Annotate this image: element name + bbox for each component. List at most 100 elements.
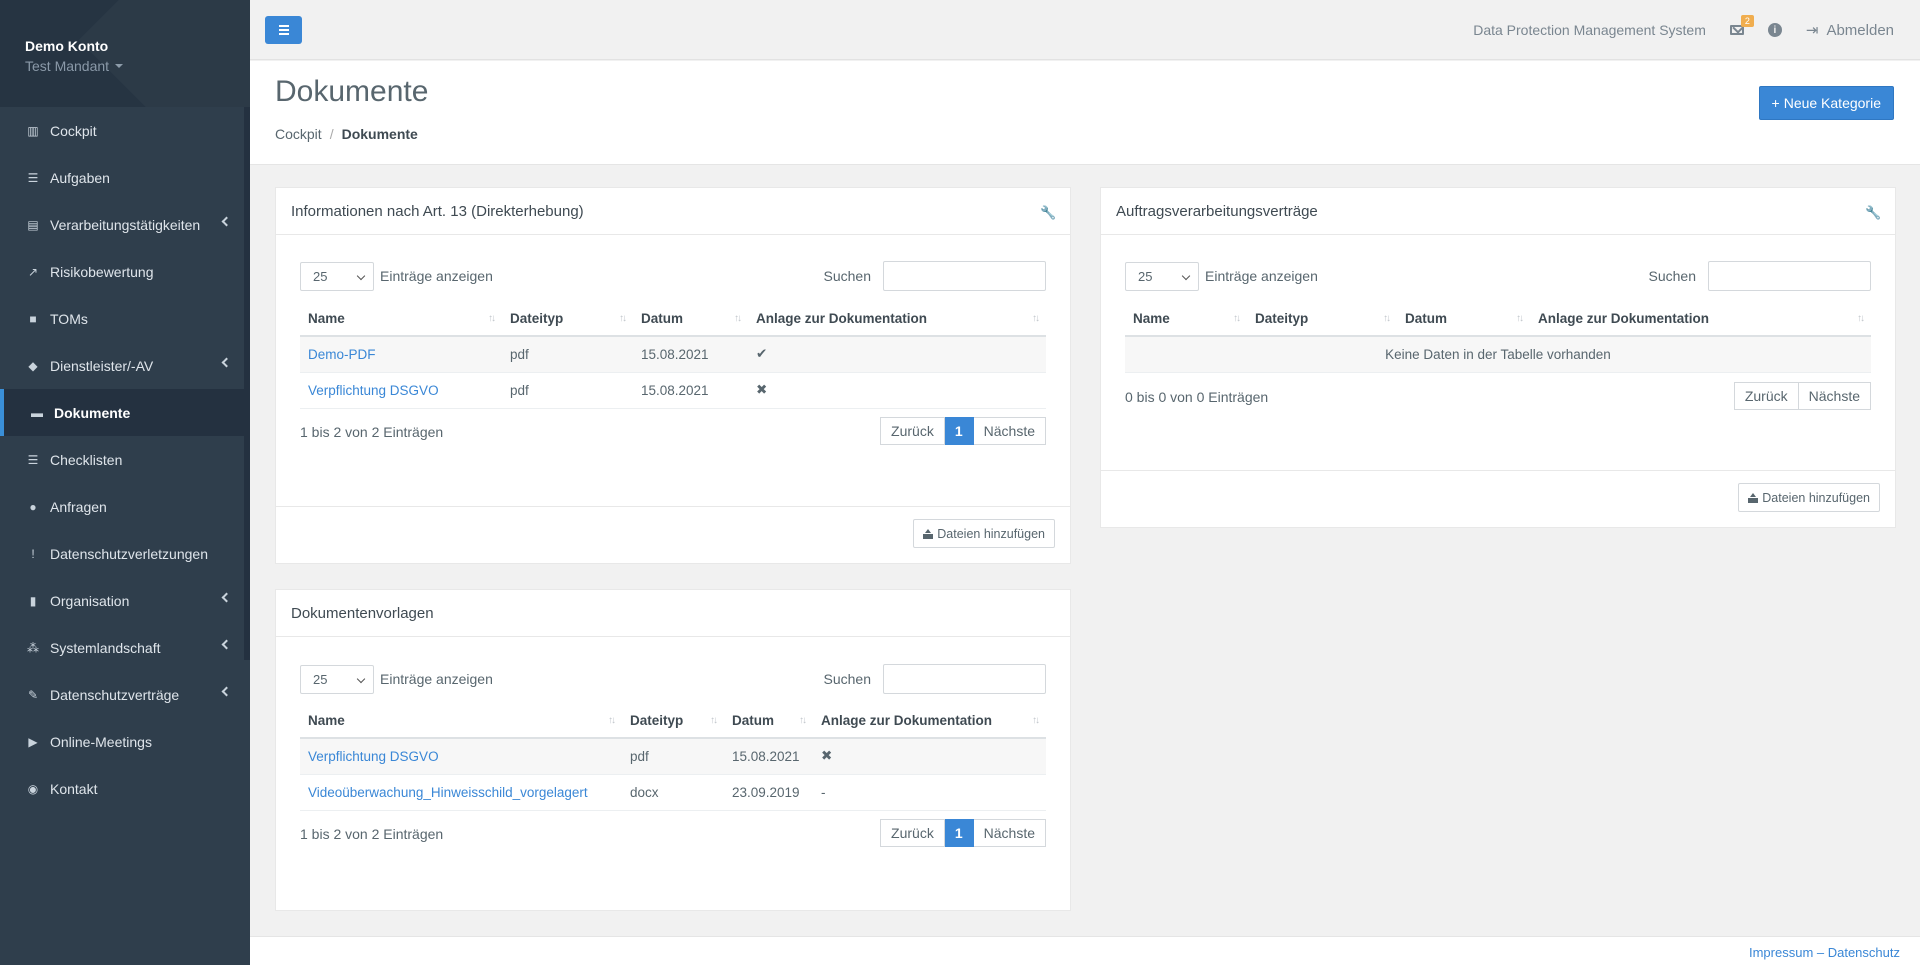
column-header-attachment[interactable]: Anlage zur Dokumentation ↑↓ xyxy=(748,302,1046,337)
column-header-type[interactable]: Dateityp ↑↓ xyxy=(622,704,724,739)
sidebar-item-dokumente[interactable]: ▬ Dokumente xyxy=(0,389,250,436)
tenant-dropdown[interactable]: Test Mandant xyxy=(25,58,250,74)
column-header-name[interactable]: Name ↑↓ xyxy=(300,704,622,739)
cell-attachment: ✔ xyxy=(748,336,1046,373)
search-input[interactable] xyxy=(883,664,1046,694)
sidebar-item-systemlandschaft[interactable]: ⁂ Systemlandschaft xyxy=(0,624,250,671)
sidebar-item-risikobewertung[interactable]: ↗ Risikobewertung xyxy=(0,248,250,295)
sidebar-item-label: Datenschutzverträge xyxy=(50,686,180,703)
cell-date: 15.08.2021 xyxy=(724,738,813,775)
empty-message: Keine Daten in der Tabelle vorhanden xyxy=(1125,336,1871,373)
contract-icon: ✎ xyxy=(27,687,39,702)
column-header-type[interactable]: Dateityp ↑↓ xyxy=(502,302,633,337)
wrench-icon[interactable]: 🔧 xyxy=(1040,205,1056,220)
column-label: Datum xyxy=(641,311,684,326)
column-label: Name xyxy=(1133,311,1170,326)
envelope-icon[interactable]: 2 xyxy=(1729,15,1754,35)
column-label: Dateityp xyxy=(510,311,564,326)
menu-toggle-button[interactable] xyxy=(265,16,302,44)
hamburger-icon xyxy=(278,33,289,35)
column-header-date[interactable]: Datum ↑↓ xyxy=(633,302,748,337)
footer-links[interactable]: Impressum – Datenschutz xyxy=(1749,945,1900,960)
table-row: Videoüberwachung_Hinweisschild_vorgelage… xyxy=(300,774,1046,811)
sidebar-item-kontakt[interactable]: ◉ Kontakt xyxy=(0,765,250,812)
breadcrumb: Cockpit / Dokumente xyxy=(275,126,418,142)
page-button[interactable]: 1 xyxy=(944,417,974,445)
sort-icon: ↑↓ xyxy=(608,715,616,726)
panel-title-text: Auftragsverarbeitungsverträge xyxy=(1116,203,1318,220)
search-input[interactable] xyxy=(883,261,1046,291)
list-icon: ☰ xyxy=(27,170,39,185)
document-link[interactable]: Verpflichtung DSGVO xyxy=(308,383,439,398)
sort-icon: ↑↓ xyxy=(1233,313,1241,324)
upload-button[interactable]: Dateien hinzufügen xyxy=(1738,483,1880,512)
sidebar-item-label: Systemlandschaft xyxy=(50,639,161,656)
sidebar-item-checklisten[interactable]: ☰ Checklisten xyxy=(0,436,250,483)
sidebar-item-datenschutzverletzungen[interactable]: ! Datenschutzverletzungen xyxy=(0,530,250,577)
next-button[interactable]: Nächste xyxy=(973,819,1046,847)
column-header-name[interactable]: Name ↑↓ xyxy=(1125,302,1247,337)
next-button[interactable]: Nächste xyxy=(1798,382,1871,410)
upload-label: Dateien hinzufügen xyxy=(1762,490,1870,505)
chart-icon: ↗ xyxy=(27,264,39,279)
building-icon: ▮ xyxy=(29,593,37,608)
info-icon[interactable]: i xyxy=(1767,23,1782,37)
panel-footer: Dateien hinzufügen xyxy=(276,506,1070,563)
wrench-icon[interactable]: 🔧 xyxy=(1865,205,1881,220)
prev-button[interactable]: Zurück xyxy=(880,417,945,445)
exclamation-icon: ! xyxy=(31,546,35,561)
document-link[interactable]: Demo-PDF xyxy=(308,347,376,362)
upload-button[interactable]: Dateien hinzufügen xyxy=(913,519,1055,548)
account-switcher[interactable]: Demo Konto Test Mandant xyxy=(0,0,250,107)
length-control: 25 Einträge anzeigen xyxy=(300,664,493,694)
column-header-type[interactable]: Dateityp ↑↓ xyxy=(1247,302,1397,337)
sidebar-item-datenschutzvertraege[interactable]: ✎ Datenschutzverträge xyxy=(0,671,250,718)
show-entries-label: Einträge anzeigen xyxy=(380,268,493,284)
sidebar-item-toms[interactable]: ■ TOMs xyxy=(0,295,250,342)
column-label: Dateityp xyxy=(630,713,684,728)
notification-badge: 2 xyxy=(1740,15,1754,27)
cell-attachment: ✖ xyxy=(813,738,1046,775)
document-link[interactable]: Verpflichtung DSGVO xyxy=(308,749,439,764)
prev-button[interactable]: Zurück xyxy=(1733,382,1799,410)
next-button[interactable]: Nächste xyxy=(973,417,1046,445)
logout-button[interactable]: ⇥ Abmelden xyxy=(1805,21,1894,40)
table-row: Demo-PDF pdf 15.08.2021 ✔ xyxy=(300,336,1046,373)
panel-title: Dokumentenvorlagen xyxy=(276,590,1070,637)
comments-icon: ● xyxy=(29,499,37,514)
length-control: 25 Einträge anzeigen xyxy=(300,261,493,291)
column-header-attachment[interactable]: Anlage zur Dokumentation ↑↓ xyxy=(813,704,1046,739)
sidebar-item-dienstleister[interactable]: ◆ Dienstleister/-AV xyxy=(0,342,250,389)
pagination: Zurück 1 Nächste xyxy=(880,417,1046,445)
chevron-left-icon xyxy=(221,592,232,603)
column-header-date[interactable]: Datum ↑↓ xyxy=(724,704,813,739)
sidebar-item-organisation[interactable]: ▮ Organisation xyxy=(0,577,250,624)
cell-attachment: - xyxy=(813,774,1046,811)
page-size-select[interactable]: 25 xyxy=(1125,261,1199,291)
sign-out-icon: ⇥ xyxy=(1805,22,1819,39)
sidebar-item-verarbeitungstaetigkeiten[interactable]: ▤ Verarbeitungstätigkeiten xyxy=(0,201,250,248)
page-size-select[interactable]: 25 xyxy=(300,664,374,694)
sidebar-item-anfragen[interactable]: ● Anfragen xyxy=(0,483,250,530)
column-header-name[interactable]: Name ↑↓ xyxy=(300,302,502,337)
breadcrumb-current: Dokumente xyxy=(341,126,418,142)
sort-icon: ↑↓ xyxy=(488,313,496,324)
column-header-attachment[interactable]: Anlage zur Dokumentation ↑↓ xyxy=(1530,302,1871,337)
sidebar-item-label: TOMs xyxy=(50,310,88,327)
sidebar-item-online-meetings[interactable]: ▶ Online-Meetings xyxy=(0,718,250,765)
search-control: Suchen xyxy=(824,664,1046,694)
table-info: 0 bis 0 von 0 Einträgen xyxy=(1125,389,1269,405)
search-input[interactable] xyxy=(1708,261,1871,291)
sidebar-item-aufgaben[interactable]: ☰ Aufgaben xyxy=(0,154,250,201)
prev-button[interactable]: Zurück xyxy=(880,819,945,847)
page-size-select[interactable]: 25 xyxy=(300,261,374,291)
document-link[interactable]: Videoüberwachung_Hinweisschild_vorgelage… xyxy=(308,785,588,800)
page-button[interactable]: 1 xyxy=(944,819,974,847)
breadcrumb-home[interactable]: Cockpit xyxy=(275,126,322,142)
new-category-button[interactable]: + Neue Kategorie xyxy=(1758,86,1894,120)
cell-name: Verpflichtung DSGVO xyxy=(300,738,622,775)
search-control: Suchen xyxy=(824,261,1046,291)
column-header-date[interactable]: Datum ↑↓ xyxy=(1397,302,1530,337)
cell-attachment: ✖ xyxy=(748,372,1046,409)
sidebar-item-cockpit[interactable]: ▥ Cockpit xyxy=(0,107,250,154)
